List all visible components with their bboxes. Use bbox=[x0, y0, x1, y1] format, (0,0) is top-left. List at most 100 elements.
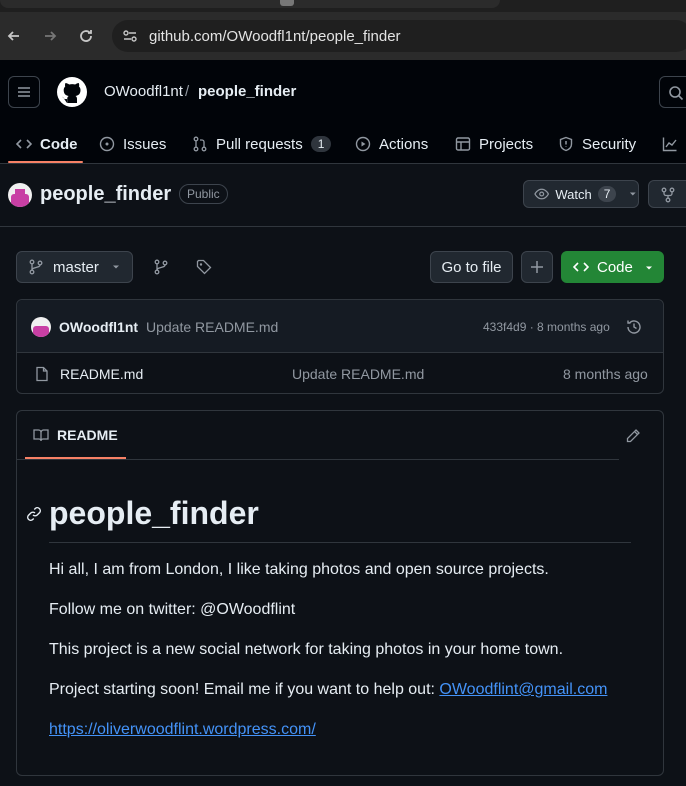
breadcrumb-repo[interactable]: people_finder bbox=[198, 83, 296, 100]
code-button[interactable]: Code bbox=[561, 251, 664, 283]
file-list: OWoodfl1nt Update README.md 433f4d9 · 8 … bbox=[16, 299, 664, 394]
visibility-badge: Public bbox=[179, 184, 228, 204]
book-icon bbox=[33, 429, 49, 442]
branches-button[interactable] bbox=[145, 251, 177, 283]
github-header: OWoodfl1nt / people_finder Code Issues P… bbox=[0, 60, 686, 164]
tab-pull-requests[interactable]: Pull requests 1 bbox=[192, 124, 332, 164]
tab-insights[interactable] bbox=[662, 124, 678, 164]
eye-icon bbox=[534, 188, 550, 200]
site-info-icon[interactable] bbox=[122, 28, 138, 44]
graph-icon bbox=[662, 137, 677, 152]
go-to-file-button[interactable]: Go to file bbox=[430, 251, 513, 283]
breadcrumb-separator: / bbox=[185, 83, 190, 100]
readme-tab-label: README bbox=[57, 427, 118, 443]
commit-author[interactable]: OWoodfl1nt bbox=[59, 319, 138, 335]
file-name[interactable]: README.md bbox=[60, 366, 143, 382]
tab-actions[interactable]: Actions bbox=[355, 124, 428, 164]
browser-tab-strip bbox=[0, 0, 686, 12]
readme-paragraph: https://oliverwoodflint.wordpress.com/ bbox=[49, 721, 316, 739]
watch-label: Watch bbox=[555, 186, 592, 202]
breadcrumb-owner[interactable]: OWoodfl1nt bbox=[104, 83, 183, 100]
menu-button[interactable] bbox=[8, 76, 40, 108]
shield-icon bbox=[559, 136, 573, 152]
search-icon bbox=[669, 86, 684, 101]
browser-tab[interactable] bbox=[0, 0, 500, 8]
fork-button[interactable] bbox=[648, 180, 686, 208]
readme-paragraph: Hi all, I am from London, I like taking … bbox=[49, 561, 549, 578]
tab-issues-label: Issues bbox=[123, 135, 167, 153]
tab-security[interactable]: Security bbox=[558, 124, 636, 164]
play-icon bbox=[355, 136, 371, 152]
active-tab-indicator bbox=[8, 161, 83, 163]
commit-meta[interactable]: 433f4d9 · 8 months ago bbox=[483, 320, 610, 334]
arrow-left-icon bbox=[7, 31, 19, 41]
tab-actions-label: Actions bbox=[379, 135, 429, 153]
chevron-down-icon bbox=[630, 192, 637, 196]
issue-icon bbox=[99, 136, 115, 152]
reload-icon bbox=[80, 30, 92, 42]
readme-paragraph-text: Project starting soon! Email me if you w… bbox=[49, 681, 440, 698]
chevron-down-icon bbox=[646, 266, 652, 270]
latest-commit-row: OWoodfl1nt Update README.md 433f4d9 · 8 … bbox=[17, 300, 663, 353]
code-button-label: Code bbox=[597, 258, 633, 276]
avatar[interactable] bbox=[8, 183, 32, 207]
avatar-shape bbox=[11, 194, 29, 207]
github-logo-icon[interactable] bbox=[56, 76, 88, 108]
readme-panel: README people_finder Hi all, I am from L… bbox=[16, 410, 664, 776]
chevron-down-icon bbox=[112, 265, 119, 269]
tab-code-label: Code bbox=[40, 135, 78, 153]
branch-icon bbox=[154, 259, 168, 275]
browser-toolbar: github.com/OWoodfl1nt/people_finder bbox=[0, 12, 686, 60]
branch-name: master bbox=[53, 258, 99, 276]
tab-projects[interactable]: Projects bbox=[455, 124, 533, 164]
email-link[interactable]: OWoodflint@gmail.com bbox=[439, 681, 607, 698]
website-link[interactable]: https://oliverwoodflint.wordpress.com/ bbox=[49, 721, 316, 738]
pull-requests-count: 1 bbox=[310, 136, 332, 152]
divider bbox=[17, 459, 619, 460]
tab-pull-requests-label: Pull requests bbox=[216, 135, 303, 153]
forward-button[interactable] bbox=[40, 26, 60, 46]
tab-issues[interactable]: Issues bbox=[99, 124, 166, 164]
tab-code[interactable]: Code bbox=[16, 124, 78, 164]
tab-security-label: Security bbox=[582, 135, 637, 153]
link-icon[interactable] bbox=[26, 506, 42, 522]
watch-count: 7 bbox=[597, 186, 617, 202]
file-commit-message[interactable]: Update README.md bbox=[292, 366, 424, 382]
reload-button[interactable] bbox=[76, 26, 96, 46]
divider bbox=[49, 542, 631, 543]
readme-tab[interactable]: README bbox=[33, 427, 118, 443]
go-to-file-label: Go to file bbox=[441, 258, 502, 276]
history-icon[interactable] bbox=[625, 318, 643, 336]
address-bar[interactable]: github.com/OWoodfl1nt/people_finder bbox=[112, 20, 686, 52]
hamburger-icon bbox=[18, 87, 30, 97]
fork-icon bbox=[661, 187, 675, 203]
readme-paragraph: This project is a new social network for… bbox=[49, 641, 564, 658]
code-icon bbox=[16, 139, 32, 149]
tab-projects-label: Projects bbox=[479, 135, 534, 153]
search-button[interactable] bbox=[659, 76, 686, 108]
arrow-right-icon bbox=[45, 31, 57, 41]
commit-message[interactable]: Update README.md bbox=[146, 319, 278, 335]
branch-selector[interactable]: master bbox=[16, 251, 133, 283]
repo-title[interactable]: people_finder bbox=[40, 183, 171, 206]
readme-paragraph: Follow me on twitter: @OWoodflint bbox=[49, 601, 296, 618]
tab-favicon-icon bbox=[280, 0, 294, 6]
table-row[interactable]: README.md Update README.md 8 months ago bbox=[17, 354, 663, 394]
branch-icon bbox=[29, 259, 43, 275]
plus-icon bbox=[531, 261, 543, 273]
file-icon bbox=[36, 366, 48, 382]
repo-title-row: people_finder Public Watch 7 bbox=[0, 165, 686, 227]
tags-button[interactable] bbox=[188, 251, 220, 283]
back-button[interactable] bbox=[4, 26, 24, 46]
readme-paragraph: Project starting soon! Email me if you w… bbox=[49, 681, 607, 699]
add-file-button[interactable] bbox=[521, 251, 553, 283]
avatar-shape bbox=[33, 326, 49, 337]
repo-nav: Code Issues Pull requests 1 Actions Proj… bbox=[0, 124, 686, 164]
watch-button[interactable]: Watch 7 bbox=[523, 180, 639, 208]
readme-heading: people_finder bbox=[49, 495, 259, 531]
avatar[interactable] bbox=[31, 317, 51, 337]
code-icon bbox=[573, 262, 589, 272]
pencil-icon[interactable] bbox=[625, 428, 641, 444]
file-date: 8 months ago bbox=[563, 366, 648, 382]
pull-request-icon bbox=[193, 136, 207, 152]
